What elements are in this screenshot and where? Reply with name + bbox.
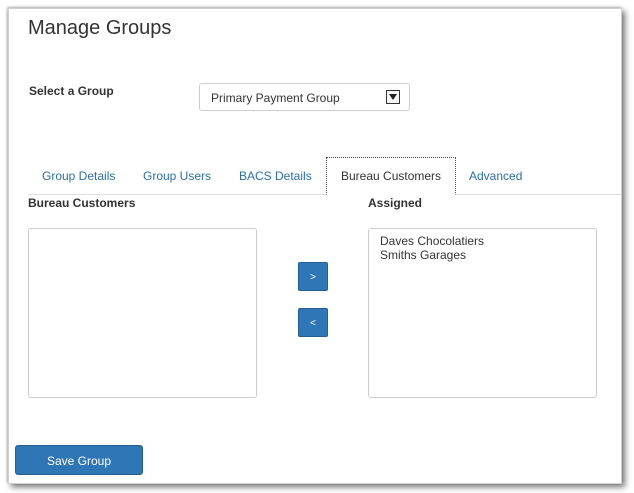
screenshot-frame: Manage Groups Select a Group Primary Pay… (0, 0, 634, 493)
chevron-down-icon[interactable] (386, 90, 400, 104)
group-select-dropdown[interactable]: Primary Payment Group (199, 83, 410, 111)
assigned-list[interactable]: Daves Chocolatiers Smiths Garages (368, 228, 597, 398)
select-group-label: Select a Group (29, 84, 114, 98)
tab-group-users[interactable]: Group Users (129, 157, 225, 195)
page-title: Manage Groups (28, 17, 172, 39)
list-item[interactable]: Smiths Garages (369, 248, 596, 262)
tab-bureau-customers[interactable]: Bureau Customers (326, 157, 457, 195)
manage-groups-panel: Manage Groups Select a Group Primary Pay… (8, 8, 622, 484)
bureau-customers-heading: Bureau Customers (28, 196, 136, 210)
group-select-value: Primary Payment Group (211, 91, 340, 105)
group-tabs: Group Details Group Users BACS Details B… (28, 157, 621, 195)
list-item[interactable]: Daves Chocolatiers (369, 234, 596, 248)
tab-bacs-details[interactable]: BACS Details (225, 157, 326, 195)
bureau-customers-list[interactable] (28, 228, 257, 398)
assign-button[interactable]: > (298, 262, 328, 291)
unassign-button[interactable]: < (298, 308, 328, 337)
tab-group-details[interactable]: Group Details (28, 157, 129, 195)
assigned-heading: Assigned (368, 196, 423, 210)
save-group-button[interactable]: Save Group (15, 445, 143, 475)
tab-advanced[interactable]: Advanced (455, 157, 536, 195)
